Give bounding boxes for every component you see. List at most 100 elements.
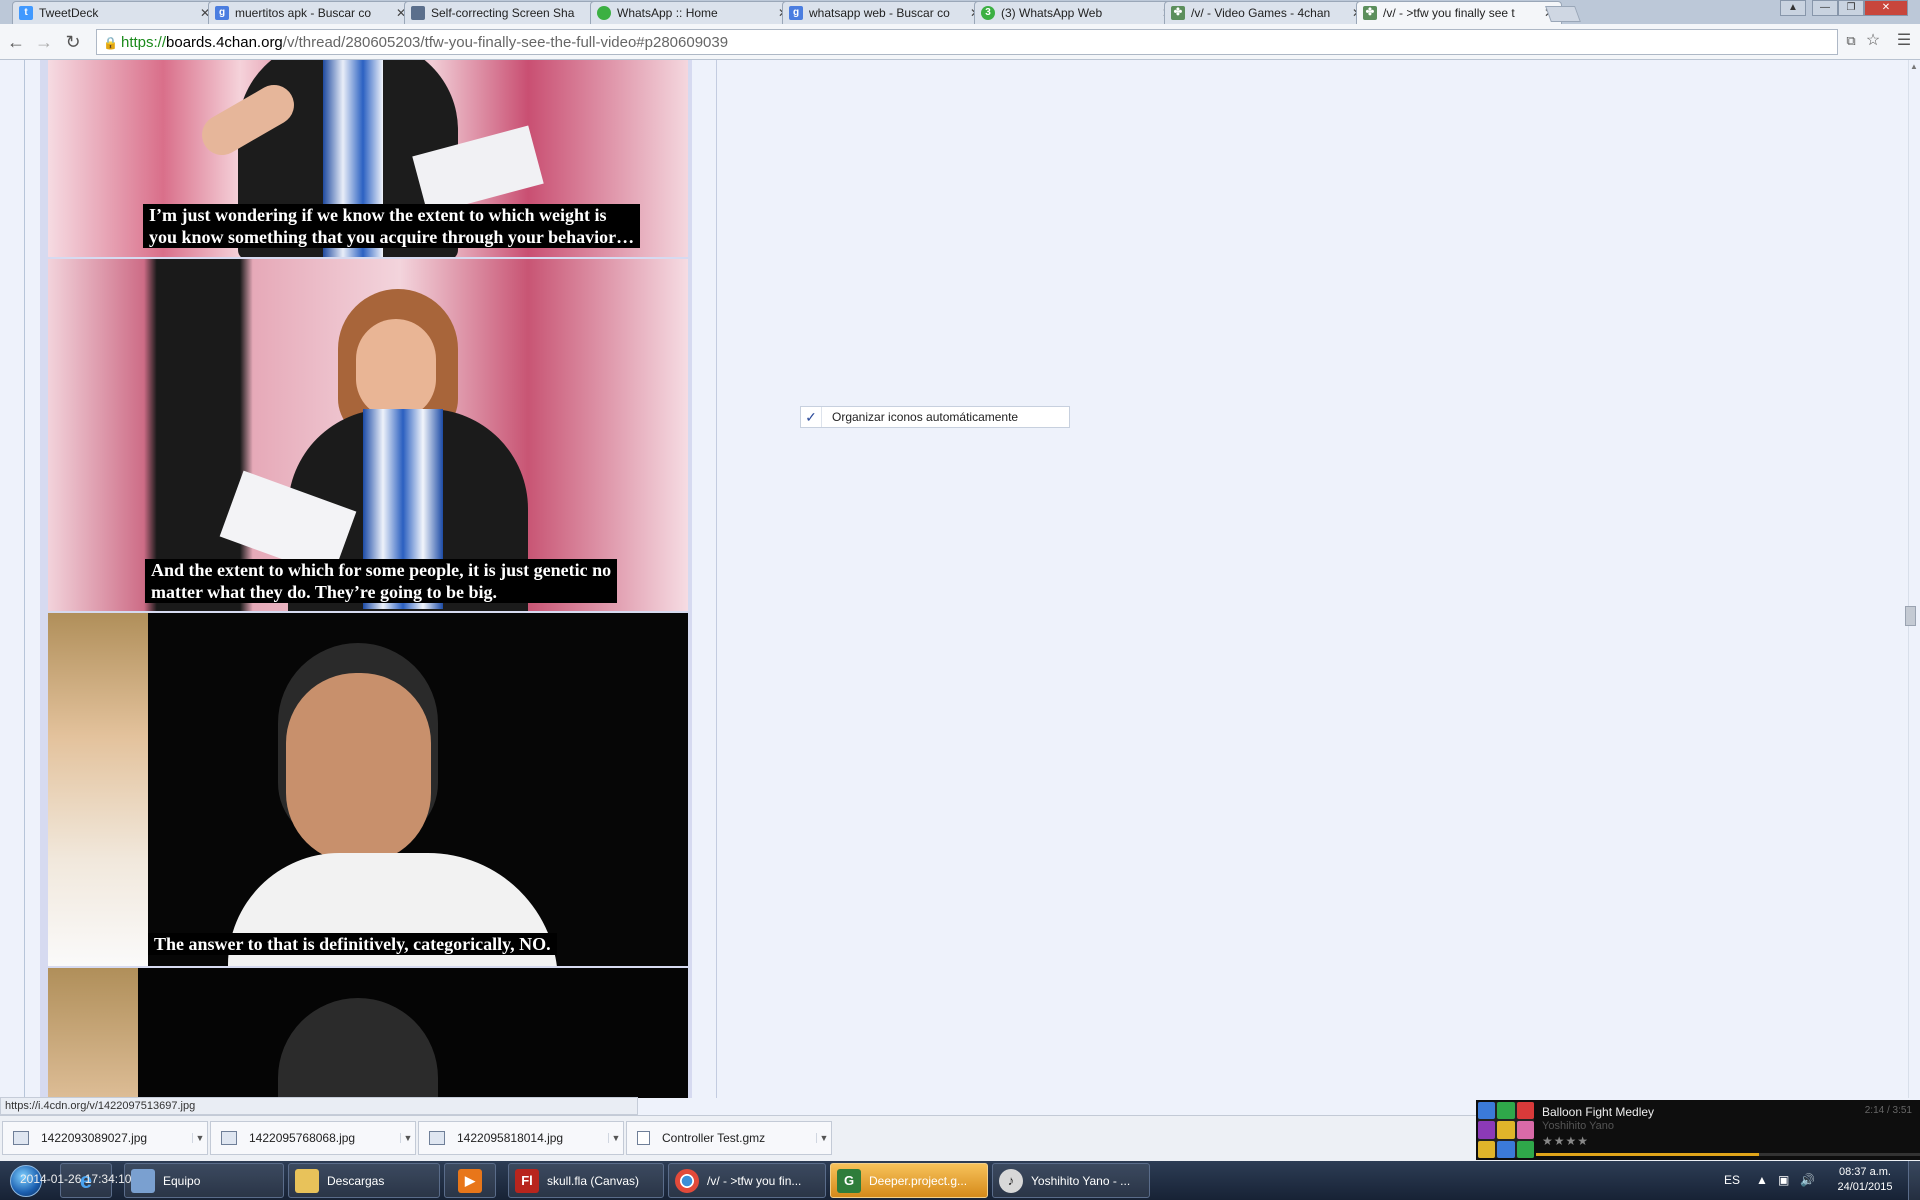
whatsapp-icon xyxy=(597,6,611,20)
download-filename: Controller Test.gmz xyxy=(662,1131,766,1145)
side-person-shape xyxy=(48,968,138,1098)
taskbar-item-equipo[interactable]: Equipo xyxy=(124,1163,284,1198)
video-frame-2[interactable]: And the extent to which for some people,… xyxy=(48,259,688,611)
url-scheme: https:// xyxy=(121,33,167,51)
computer-icon xyxy=(131,1168,155,1193)
taskbar-label: skull.fla (Canvas) xyxy=(547,1173,640,1188)
menu-icon[interactable]: ☰ xyxy=(1895,32,1913,50)
image-file-icon xyxy=(13,1131,29,1145)
show-hidden-icons-arrow-icon[interactable]: ▲ xyxy=(1756,1173,1768,1187)
face-shape xyxy=(356,319,436,419)
browser-toolbar: ← → ↻ 🔒 https://boards.4chan.org/v/threa… xyxy=(0,24,1920,60)
song-title: Balloon Fight Medley xyxy=(1542,1105,1655,1119)
bookmark-star-icon[interactable]: ☆ xyxy=(1864,32,1882,50)
download-item[interactable]: 1422095768068.jpg ▼ xyxy=(210,1121,416,1155)
new-tab-button[interactable] xyxy=(1545,6,1581,22)
video-frame-1[interactable]: I’m just wondering if we know the extent… xyxy=(48,60,688,257)
media-player-icon: ▶ xyxy=(458,1168,482,1193)
rating-stars[interactable]: ★★★★ xyxy=(1542,1134,1589,1148)
tab-whatsapp-home[interactable]: WhatsApp :: Home ✕ xyxy=(590,1,796,24)
chrome-icon xyxy=(675,1168,699,1193)
chevron-down-icon[interactable]: ▼ xyxy=(400,1133,415,1143)
tab-title: WhatsApp :: Home xyxy=(617,6,718,20)
back-arrow-icon[interactable]: ← xyxy=(5,31,27,53)
tab-strip: t TweetDeck ✕ g muertitos apk - Buscar c… xyxy=(0,0,1920,24)
tab-google-search-2[interactable]: g whatsapp web - Buscar co ✕ xyxy=(782,1,988,24)
taskbar-label: Descargas xyxy=(327,1173,385,1188)
user-icon[interactable]: ▲ xyxy=(1780,0,1806,16)
video-frame-4[interactable] xyxy=(48,968,688,1098)
lock-icon: 🔒 xyxy=(103,36,118,50)
music-player-widget[interactable]: Balloon Fight Medley Yoshihito Yano 2:14… xyxy=(1476,1100,1920,1160)
download-filename: 1422095768068.jpg xyxy=(249,1131,356,1145)
tab-title: /v/ - >tfw you finally see t xyxy=(1383,6,1515,20)
google-icon: g xyxy=(215,6,229,20)
overlay-timestamp: 2014-01-26 17:34:10 xyxy=(20,1172,132,1186)
caption-line: The answer to that is definitively, cate… xyxy=(154,934,551,954)
auto-arrange-icons-menu-item[interactable]: ✓ Organizar iconos automáticamente xyxy=(800,406,1070,428)
scrollbar-thumb[interactable] xyxy=(1905,606,1916,626)
chevron-down-icon[interactable]: ▼ xyxy=(608,1133,623,1143)
tab-title: Self-correcting Screen Sha xyxy=(431,6,575,20)
tab-self-correcting[interactable]: Self-correcting Screen Sha ✕ xyxy=(404,1,610,24)
download-item[interactable]: Controller Test.gmz ▼ xyxy=(626,1121,832,1155)
show-desktop-button[interactable] xyxy=(1908,1161,1920,1200)
restore-button[interactable]: ❐ xyxy=(1838,0,1864,16)
close-window-button[interactable]: ✕ xyxy=(1864,0,1908,16)
clover-icon: ✤ xyxy=(1363,6,1377,20)
clock-time: 08:37 a.m. xyxy=(1839,1166,1891,1178)
document-icon xyxy=(411,6,425,20)
caption-line: And the extent to which for some people,… xyxy=(151,560,612,580)
system-clock[interactable]: 08:37 a.m. 24/01/2015 xyxy=(1830,1165,1900,1195)
gamemaker-icon: G xyxy=(837,1168,861,1193)
chevron-down-icon[interactable]: ▼ xyxy=(816,1133,831,1143)
network-icon[interactable]: ▣ xyxy=(1778,1173,1789,1187)
tab-title: muertitos apk - Buscar co xyxy=(235,6,372,20)
tab-whatsapp-web[interactable]: 3 (3) WhatsApp Web ✕ xyxy=(974,1,1180,24)
tab-4chan-thread[interactable]: ✤ /v/ - >tfw you finally see t ✕ xyxy=(1356,1,1562,24)
download-item[interactable]: 1422093089027.jpg ▼ xyxy=(2,1121,208,1155)
clover-icon: ✤ xyxy=(1171,6,1185,20)
taskbar-label: Deeper.project.g... xyxy=(869,1173,968,1188)
chevron-down-icon[interactable]: ▼ xyxy=(192,1133,207,1143)
tab-title: /v/ - Video Games - 4chan xyxy=(1191,6,1331,20)
page-content: I’m just wondering if we know the extent… xyxy=(0,60,1908,1098)
hair-shape xyxy=(278,998,438,1098)
taskbar-media-player[interactable]: ▶ xyxy=(444,1163,496,1198)
vertical-scrollbar[interactable] xyxy=(1908,60,1920,1098)
volume-icon[interactable]: 🔊 xyxy=(1800,1173,1815,1187)
translate-icon[interactable]: ⧉ xyxy=(1842,32,1860,50)
taskbar-item-gamemaker[interactable]: G Deeper.project.g... xyxy=(830,1163,988,1198)
language-indicator[interactable]: ES xyxy=(1724,1173,1740,1187)
playback-progress-bar[interactable] xyxy=(1536,1153,1920,1156)
forward-arrow-icon[interactable]: → xyxy=(33,31,55,53)
url-path: /v/thread/280605203/tfw-you-finally-see-… xyxy=(282,33,729,51)
twitter-icon: t xyxy=(19,6,33,20)
progress-fill xyxy=(1536,1153,1759,1156)
taskbar-item-flash[interactable]: Fl skull.fla (Canvas) xyxy=(508,1163,664,1198)
minimize-button[interactable]: — xyxy=(1812,0,1838,16)
whatsapp-icon: 3 xyxy=(981,6,995,20)
divider xyxy=(24,60,25,1098)
scroll-up-arrow-icon[interactable]: ▲ xyxy=(1908,62,1920,72)
music-player-icon: ♪ xyxy=(999,1168,1023,1193)
taskbar-item-music[interactable]: ♪ Yoshihito Yano - ... xyxy=(992,1163,1150,1198)
reload-icon[interactable]: ↻ xyxy=(62,31,84,53)
face-shape xyxy=(286,673,431,863)
caption-line: matter what they do. They’re going to be… xyxy=(151,582,497,602)
subtitle-caption: I’m just wondering if we know the extent… xyxy=(143,204,641,248)
tab-tweetdeck[interactable]: t TweetDeck ✕ xyxy=(12,1,218,24)
tab-4chan-v[interactable]: ✤ /v/ - Video Games - 4chan ✕ xyxy=(1164,1,1370,24)
file-icon xyxy=(637,1131,650,1145)
image-file-icon xyxy=(429,1131,445,1145)
post-image-container: I’m just wondering if we know the extent… xyxy=(40,60,692,1098)
taskbar-item-descargas[interactable]: Descargas xyxy=(288,1163,440,1198)
tab-google-search-1[interactable]: g muertitos apk - Buscar co ✕ xyxy=(208,1,414,24)
song-time: 2:14 / 3:51 xyxy=(1864,1105,1912,1116)
subtitle-caption: And the extent to which for some people,… xyxy=(145,559,618,603)
address-bar[interactable]: 🔒 https://boards.4chan.org/v/thread/2806… xyxy=(96,29,1838,55)
download-item[interactable]: 1422095818014.jpg ▼ xyxy=(418,1121,624,1155)
flash-icon: Fl xyxy=(515,1168,539,1193)
video-frame-3[interactable]: The answer to that is definitively, cate… xyxy=(48,613,688,966)
taskbar-item-chrome[interactable]: /v/ - >tfw you fin... xyxy=(668,1163,826,1198)
